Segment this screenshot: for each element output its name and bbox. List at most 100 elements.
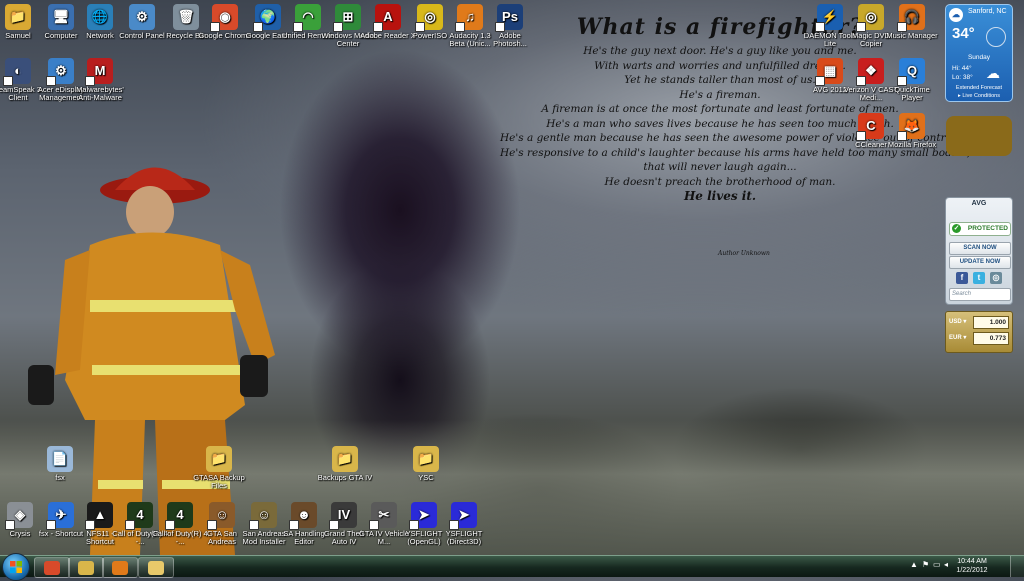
weather-logo-icon: ☁ [949, 8, 963, 22]
gta-san-andreas-icon: ☺ [207, 502, 235, 530]
firefighter-figure [28, 167, 275, 555]
desktop-icon-label: YSFLIGHT (Direct3D) [445, 530, 483, 546]
backups-gta-iv-icon: 📁 [332, 446, 358, 472]
ccleaner-icon: C [856, 113, 884, 141]
desktop-icon-label: Malwarebytes' Anti-Malware [76, 86, 124, 102]
acer-edisplay-management-icon: ⚙ [46, 58, 74, 86]
system-clock[interactable]: 10:44 AM 1/22/2012 [952, 557, 992, 575]
currency-gadget: USD ▾ 1.000 EUR ▾ 0.773 [945, 311, 1013, 353]
flag-icon[interactable]: ⚑ [922, 560, 929, 569]
avg-status-label: PROTECTED [967, 225, 1008, 232]
currency-from-row: USD ▾ 1.000 [949, 316, 1009, 329]
currency-to-select[interactable]: EUR ▾ [949, 334, 966, 341]
twitter-icon[interactable]: t [973, 272, 985, 284]
call-of-duty-r-4-icon: 4 [165, 502, 193, 530]
call-of-duty-r-4-icon: 4 [125, 502, 153, 530]
explorer-icon [78, 560, 94, 575]
poem-line: He doesn't preach the brotherhood of man… [604, 175, 836, 188]
desktop-icon-ysflight-direct3d[interactable]: ➤ YSFLIGHT (Direct3D) [436, 502, 492, 546]
music-manager-icon: 🎧 [897, 4, 925, 32]
desktop-icon-label: YSC [418, 474, 434, 482]
facebook-icon[interactable]: f [956, 272, 968, 284]
desktop-icon-gtasa-backup-files[interactable]: 📁 GTASA Backup Files [191, 446, 247, 490]
sa-handling-editor-icon: ☻ [289, 502, 317, 530]
currency-from-select[interactable]: USD ▾ [949, 318, 966, 325]
desktop-icon-label: fsx [55, 474, 65, 482]
taskbar-button-media-player[interactable] [102, 557, 138, 578]
google-chrome-icon: ◉ [210, 4, 238, 32]
weather-temperature: 34° [952, 25, 975, 42]
taskbar-button-chrome[interactable] [34, 557, 70, 578]
adobe-reader-x-icon: A [373, 4, 401, 32]
windows-logo-icon [10, 561, 22, 573]
blank-gadget [946, 116, 1012, 156]
display-icon[interactable]: ▭ [933, 560, 941, 569]
desktop-icon-backups-gta-iv[interactable]: 📁 Backups GTA IV [317, 446, 373, 482]
avg-2012-icon: ▦ [815, 58, 843, 86]
daemon-tools-lite-icon: ⚡ [815, 4, 843, 32]
clock-time: 10:44 AM [957, 558, 987, 565]
scan-now-button[interactable]: SCAN NOW [949, 242, 1011, 255]
taskbar: ▲ ⚑ ▭ ◂ 10:44 AM 1/22/2012 [0, 553, 1024, 581]
speaker-icon[interactable]: ◂ [944, 560, 948, 569]
teamspeak-3-client-icon: ◐ [3, 58, 31, 86]
quicktime-player-icon: Q [897, 58, 925, 86]
extended-forecast-link[interactable]: Extended Forecast [946, 85, 1012, 91]
fsx-shortcut-icon: ✈ [46, 502, 74, 530]
weather-gadget[interactable]: ☁ Sanford, NC 34° Sunday Hi: 44° Lo: 38°… [945, 4, 1013, 102]
weather-city: Sanford, NC [968, 8, 1007, 15]
desktop-icon-music-manager[interactable]: 🎧 Music Manager [884, 4, 940, 40]
desktop-icon-label: Backups GTA IV [317, 474, 373, 482]
weather-low: Lo: 38° [952, 74, 973, 81]
windows-media-center-icon: ⊞ [333, 4, 361, 32]
desktop-icon-quicktime-player[interactable]: Q QuickTime Player [884, 58, 940, 102]
show-desktop-button[interactable] [1010, 556, 1024, 577]
currency-from-value[interactable]: 1.000 [973, 316, 1009, 329]
check-icon: ✓ [952, 224, 961, 233]
desktop-icon-adobe-photosh[interactable]: Ps Adobe Photosh... [482, 4, 538, 48]
verizon-v-cast-medi-icon: ❖ [856, 58, 884, 86]
ysflight-opengl-icon: ➤ [409, 502, 437, 530]
mozilla-firefox-icon: 🦊 [897, 113, 925, 141]
crysis-icon: ◈ [5, 502, 33, 530]
gtasa-backup-files-icon: 📁 [206, 446, 232, 472]
currency-to-value: 0.773 [973, 332, 1009, 345]
adobe-photosh-icon: Ps [495, 4, 523, 32]
samuel-icon: 📁 [5, 4, 31, 30]
desktop-icon-malwarebytes-anti-malware[interactable]: M Malwarebytes' Anti-Malware [72, 58, 128, 102]
desktop-icon-label: Adobe Photosh... [493, 32, 527, 48]
taskbar-button-explorer[interactable] [68, 557, 104, 578]
network-icon: 🌐 [87, 4, 113, 30]
control-panel-icon: ⚙ [129, 4, 155, 30]
weather-day: Sunday [967, 54, 991, 61]
ysflight-direct3d-icon: ➤ [449, 502, 477, 530]
grand-theft-auto-iv-icon: IV [329, 502, 357, 530]
desktop-icon-label: Mozilla Firefox [887, 141, 937, 149]
desktop-icon-ysc[interactable]: 📁 YSC [398, 446, 454, 482]
live-conditions-link[interactable]: ▸ Live Conditions [946, 93, 1012, 99]
tray-overflow-arrow[interactable]: ▲ [910, 560, 918, 569]
compass-icon [986, 27, 1006, 47]
taskbar-button-folder[interactable] [138, 557, 174, 578]
poem-line: He lives it. [683, 189, 757, 203]
poem-line: that will never laugh again... [643, 161, 797, 173]
chat-icon[interactable]: ◎ [990, 272, 1002, 284]
desktop-icon-label: QuickTime Player [894, 86, 930, 102]
desktop-icon-mozilla-firefox[interactable]: 🦊 Mozilla Firefox [884, 113, 940, 149]
avg-search-input[interactable]: Search [949, 288, 1011, 301]
computer-icon: 🖥 [48, 4, 74, 30]
chrome-icon [44, 560, 60, 575]
clock-date: 1/22/2012 [956, 567, 988, 574]
magic-dvd-copier-icon: ◎ [856, 4, 884, 32]
currency-to-row: EUR ▾ 0.773 [949, 332, 1009, 345]
desktop-icon-fsx[interactable]: 📄 fsx [32, 446, 88, 482]
desktop-icon-label: Music Manager [886, 32, 938, 40]
start-button[interactable] [2, 553, 30, 581]
update-now-button[interactable]: UPDATE NOW [949, 256, 1011, 269]
avg-gadget: AVG ✓ PROTECTED SCAN NOW UPDATE NOW f t … [945, 197, 1013, 305]
recycle-bin-icon: 🗑 [173, 4, 199, 30]
gta-iv-vehicle-m-icon: ✂ [369, 502, 397, 530]
poweriso-icon: ◎ [415, 4, 443, 32]
desktop-icon-label: GTASA Backup Files [193, 474, 245, 490]
malwarebytes-anti-malware-icon: M [85, 58, 113, 86]
